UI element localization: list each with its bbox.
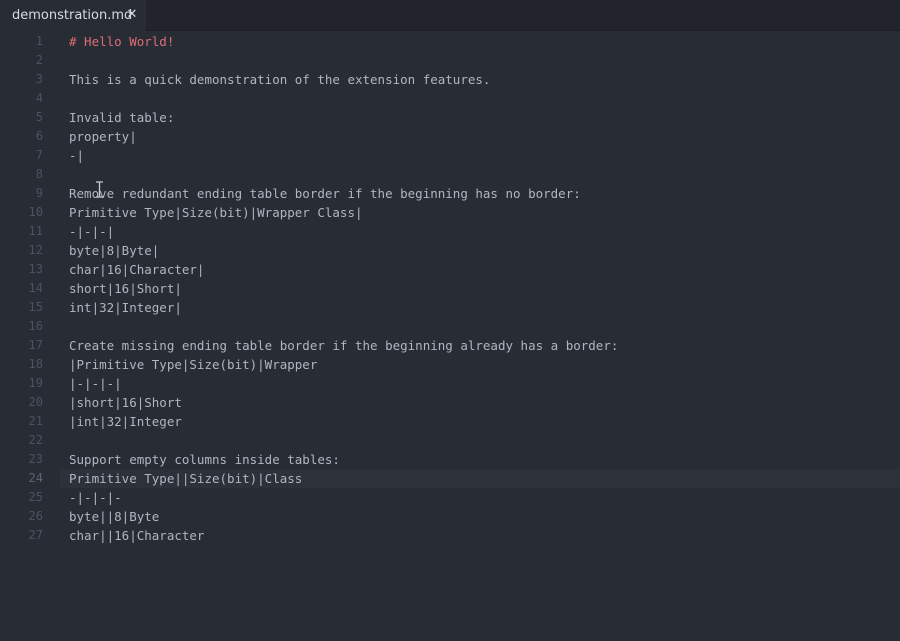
text-cursor-icon (96, 181, 103, 198)
line-number: 26 (28, 509, 43, 523)
code-area[interactable]: # Hello World! This is a quick demonstrat… (69, 31, 900, 641)
code-line[interactable]: char|16|Character| (69, 260, 900, 279)
editor[interactable]: 1 2 3 4 5 6 7 8 9 10 11 12 13 14 15 16 17 18 19 20 21 22 23 24 2… (0, 31, 900, 641)
code-line[interactable]: Create missing ending table border if th… (69, 336, 900, 355)
code-line[interactable]: int|32|Integer| (69, 298, 900, 317)
tab-title: demonstration.md (12, 8, 133, 23)
code-line[interactable]: This is a quick demonstration of the ext… (69, 70, 900, 89)
line-number: 4 (35, 91, 43, 105)
line-number: 10 (28, 205, 43, 219)
line-number: 23 (28, 452, 43, 466)
code-line[interactable] (69, 165, 900, 184)
code-line[interactable]: |Primitive Type|Size(bit)|Wrapper (69, 355, 900, 374)
line-number: 22 (28, 433, 43, 447)
code-line[interactable] (69, 51, 900, 70)
line-number: 9 (35, 186, 43, 200)
close-icon[interactable]: ✕ (126, 8, 138, 22)
tab-bar: demonstration.md ✕ (0, 0, 900, 31)
line-number: 13 (28, 262, 43, 276)
code-line[interactable]: property| (69, 127, 900, 146)
line-number: 20 (28, 395, 43, 409)
line-number: 11 (28, 224, 43, 238)
code-line[interactable]: byte|8|Byte| (69, 241, 900, 260)
line-number: 12 (28, 243, 43, 257)
code-line[interactable] (69, 317, 900, 336)
line-number: 7 (35, 148, 43, 162)
code-line[interactable] (69, 431, 900, 450)
code-line[interactable] (69, 89, 900, 108)
code-line[interactable]: Remove redundant ending table border if … (69, 184, 900, 203)
code-line[interactable]: |-|-|-| (69, 374, 900, 393)
code-line[interactable]: # Hello World! (69, 32, 900, 51)
tab-demonstration-md[interactable]: demonstration.md (0, 0, 146, 31)
line-number: 2 (35, 53, 43, 67)
line-number: 16 (28, 319, 43, 333)
code-line[interactable]: Invalid table: (69, 108, 900, 127)
line-number: 24 (28, 471, 43, 485)
code-line[interactable]: short|16|Short| (69, 279, 900, 298)
line-number: 1 (35, 34, 43, 48)
code-line[interactable]: -| (69, 146, 900, 165)
line-number: 27 (28, 528, 43, 542)
line-number: 6 (35, 129, 43, 143)
line-number: 21 (28, 414, 43, 428)
line-number: 8 (35, 167, 43, 181)
line-number: 18 (28, 357, 43, 371)
code-line[interactable]: Primitive Type||Size(bit)|Class (69, 469, 900, 488)
code-line[interactable]: |short|16|Short (69, 393, 900, 412)
code-line[interactable]: char||16|Character (69, 526, 900, 545)
code-line[interactable]: byte||8|Byte (69, 507, 900, 526)
line-number: 5 (35, 110, 43, 124)
line-number: 3 (35, 72, 43, 86)
line-number: 14 (28, 281, 43, 295)
code-line[interactable]: Primitive Type|Size(bit)|Wrapper Class| (69, 203, 900, 222)
line-number: 15 (28, 300, 43, 314)
code-line[interactable]: Support empty columns inside tables: (69, 450, 900, 469)
line-number: 17 (28, 338, 43, 352)
line-number: 25 (28, 490, 43, 504)
code-line[interactable]: -|-|-| (69, 222, 900, 241)
line-number: 19 (28, 376, 43, 390)
line-number-gutter: 1 2 3 4 5 6 7 8 9 10 11 12 13 14 15 16 17 18 19 20 21 22 23 24 2… (0, 31, 60, 641)
code-line[interactable]: -|-|-|- (69, 488, 900, 507)
code-line[interactable]: |int|32|Integer (69, 412, 900, 431)
